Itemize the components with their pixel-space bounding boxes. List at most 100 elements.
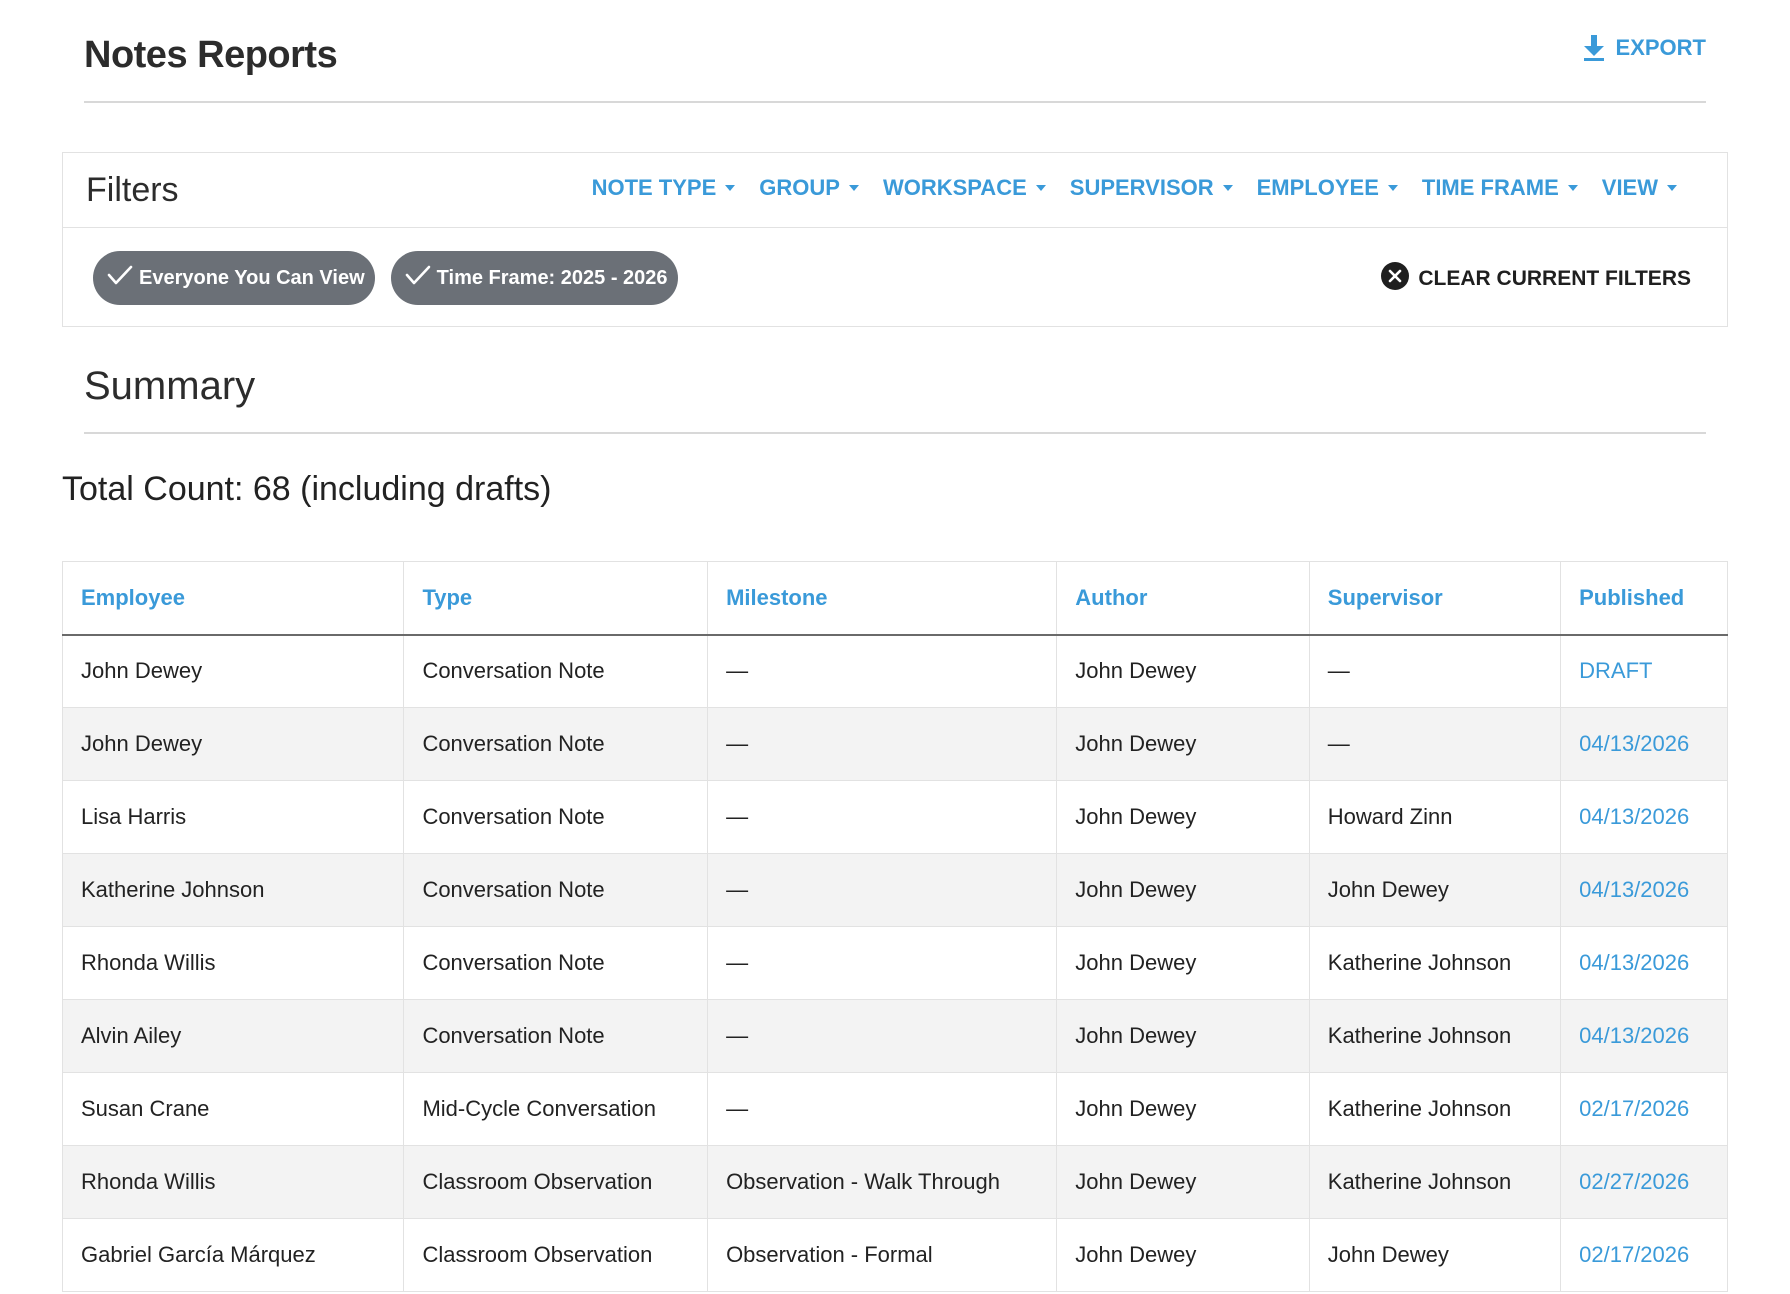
table-row: John Dewey Conversation Note — John Dewe… <box>61 634 1728 708</box>
cell-supervisor: Katherine Johnson <box>1308 1072 1562 1146</box>
cell-type: Conversation Note <box>403 634 709 708</box>
cell-employee: John Dewey <box>61 634 405 708</box>
total-count: Total Count: 68 (including drafts) <box>62 470 552 508</box>
caret-down-icon <box>1222 185 1233 191</box>
cell-author: John Dewey <box>1056 1218 1310 1292</box>
filter-menu-time-frame[interactable]: TIME FRAME <box>1422 175 1578 201</box>
cell-type: Conversation Note <box>403 926 709 1000</box>
cell-author: John Dewey <box>1056 926 1310 1000</box>
caret-down-icon <box>725 185 736 191</box>
cell-author: John Dewey <box>1056 853 1310 927</box>
cell-employee: John Dewey <box>61 707 405 781</box>
cell-published-link[interactable]: 04/13/2026 <box>1560 780 1728 854</box>
table-row: Rhonda Willis Classroom Observation Obse… <box>61 1145 1728 1219</box>
cell-supervisor: — <box>1308 707 1562 781</box>
cell-type: Conversation Note <box>403 780 709 854</box>
cell-supervisor: Katherine Johnson <box>1308 926 1562 1000</box>
cell-type: Classroom Observation <box>403 1218 709 1292</box>
column-header-supervisor[interactable]: Supervisor <box>1308 561 1562 636</box>
cell-type: Conversation Note <box>403 853 709 927</box>
cell-supervisor: John Dewey <box>1308 853 1562 927</box>
filter-menu-label: NOTE TYPE <box>591 175 717 200</box>
cell-milestone: — <box>707 853 1058 927</box>
table-row: Gabriel García Márquez Classroom Observa… <box>61 1218 1728 1292</box>
cell-milestone: — <box>707 634 1058 708</box>
caret-down-icon <box>848 185 859 191</box>
cell-supervisor: Howard Zinn <box>1308 780 1562 854</box>
cell-employee: Gabriel García Márquez <box>61 1218 405 1292</box>
cell-type: Conversation Note <box>403 999 709 1073</box>
cell-milestone: — <box>707 780 1058 854</box>
notes-reports-page: Notes Reports EXPORT Filters NOTE TYPE G… <box>0 0 1790 1294</box>
filter-menu-label: SUPERVISOR <box>1069 175 1214 200</box>
cell-author: John Dewey <box>1056 1072 1310 1146</box>
cell-milestone: Observation - Formal <box>707 1218 1058 1292</box>
cell-type: Mid-Cycle Conversation <box>403 1072 709 1146</box>
clear-filters-label: CLEAR CURRENT FILTERS <box>1418 267 1691 290</box>
filter-menu-workspace[interactable]: WORKSPACE <box>883 175 1046 201</box>
table-header-row: Employee Type Milestone Author Superviso… <box>61 561 1728 636</box>
filter-menus: NOTE TYPE GROUP WORKSPACE SUPERVISOR EMP… <box>592 175 1677 201</box>
notes-table-container: Employee Type Milestone Author Superviso… <box>61 561 1728 1292</box>
close-circle-icon <box>1380 261 1410 297</box>
export-button[interactable]: EXPORT <box>1582 34 1706 62</box>
cell-supervisor: — <box>1308 634 1562 708</box>
cell-employee: Alvin Ailey <box>61 999 405 1073</box>
cell-published-link[interactable]: 04/13/2026 <box>1560 926 1728 1000</box>
cell-milestone: — <box>707 999 1058 1073</box>
cell-supervisor: John Dewey <box>1308 1218 1562 1292</box>
table-row: Susan Crane Mid-Cycle Conversation — Joh… <box>61 1072 1728 1146</box>
cell-supervisor: Katherine Johnson <box>1308 1145 1562 1219</box>
cell-milestone: — <box>707 926 1058 1000</box>
caret-down-icon <box>1567 185 1578 191</box>
cell-published-link[interactable]: DRAFT <box>1560 634 1728 708</box>
filter-menu-view[interactable]: VIEW <box>1602 175 1677 201</box>
filter-chip-label: Time Frame: 2025 - 2026 <box>436 266 668 289</box>
cell-published-link[interactable]: 04/13/2026 <box>1560 707 1728 781</box>
filters-toolbar: Filters NOTE TYPE GROUP WORKSPACE SUPERV… <box>63 153 1727 228</box>
cell-published-link[interactable]: 02/17/2026 <box>1560 1218 1728 1292</box>
checkmark-icon <box>405 264 431 292</box>
filter-menu-label: GROUP <box>759 175 840 200</box>
summary-section: Summary <box>84 362 1706 434</box>
column-header-author[interactable]: Author <box>1056 561 1310 636</box>
column-header-milestone[interactable]: Milestone <box>707 561 1058 636</box>
download-icon <box>1582 34 1606 62</box>
table-row: Lisa Harris Conversation Note — John Dew… <box>61 780 1728 854</box>
filter-menu-group[interactable]: GROUP <box>759 175 859 201</box>
table-row: Alvin Ailey Conversation Note — John Dew… <box>61 999 1728 1073</box>
cell-milestone: Observation - Walk Through <box>707 1145 1058 1219</box>
cell-type: Conversation Note <box>403 707 709 781</box>
cell-milestone: — <box>707 707 1058 781</box>
filter-menu-employee[interactable]: EMPLOYEE <box>1257 175 1398 201</box>
cell-employee: Susan Crane <box>61 1072 405 1146</box>
filter-chip-everyone[interactable]: Everyone You Can View <box>93 251 375 305</box>
filter-menu-label: VIEW <box>1601 175 1658 200</box>
cell-published-link[interactable]: 02/17/2026 <box>1560 1072 1728 1146</box>
filter-menu-supervisor[interactable]: SUPERVISOR <box>1070 175 1233 201</box>
cell-employee: Katherine Johnson <box>61 853 405 927</box>
page-title: Notes Reports <box>84 34 338 76</box>
filter-menu-note-type[interactable]: NOTE TYPE <box>592 175 736 201</box>
cell-published-link[interactable]: 02/27/2026 <box>1560 1145 1728 1219</box>
clear-filters-button[interactable]: CLEAR CURRENT FILTERS <box>1380 261 1691 297</box>
filters-panel: Filters NOTE TYPE GROUP WORKSPACE SUPERV… <box>62 152 1728 327</box>
cell-type: Classroom Observation <box>403 1145 709 1219</box>
caret-down-icon <box>1667 185 1677 191</box>
summary-title: Summary <box>84 364 256 408</box>
column-header-type[interactable]: Type <box>403 561 709 636</box>
cell-employee: Rhonda Willis <box>61 1145 405 1219</box>
cell-author: John Dewey <box>1056 999 1310 1073</box>
caret-down-icon <box>1387 185 1398 191</box>
cell-employee: Rhonda Willis <box>61 926 405 1000</box>
filter-menu-label: WORKSPACE <box>882 175 1027 200</box>
page-header: Notes Reports EXPORT <box>84 0 1706 103</box>
export-label: EXPORT <box>1615 35 1706 60</box>
filter-menu-label: EMPLOYEE <box>1256 175 1379 200</box>
column-header-published[interactable]: Published <box>1560 561 1728 636</box>
cell-published-link[interactable]: 04/13/2026 <box>1560 853 1728 927</box>
filter-chip-time-frame[interactable]: Time Frame: 2025 - 2026 <box>390 251 678 305</box>
cell-published-link[interactable]: 04/13/2026 <box>1560 999 1728 1073</box>
table-row: Rhonda Willis Conversation Note — John D… <box>61 926 1728 1000</box>
column-header-employee[interactable]: Employee <box>61 561 405 636</box>
